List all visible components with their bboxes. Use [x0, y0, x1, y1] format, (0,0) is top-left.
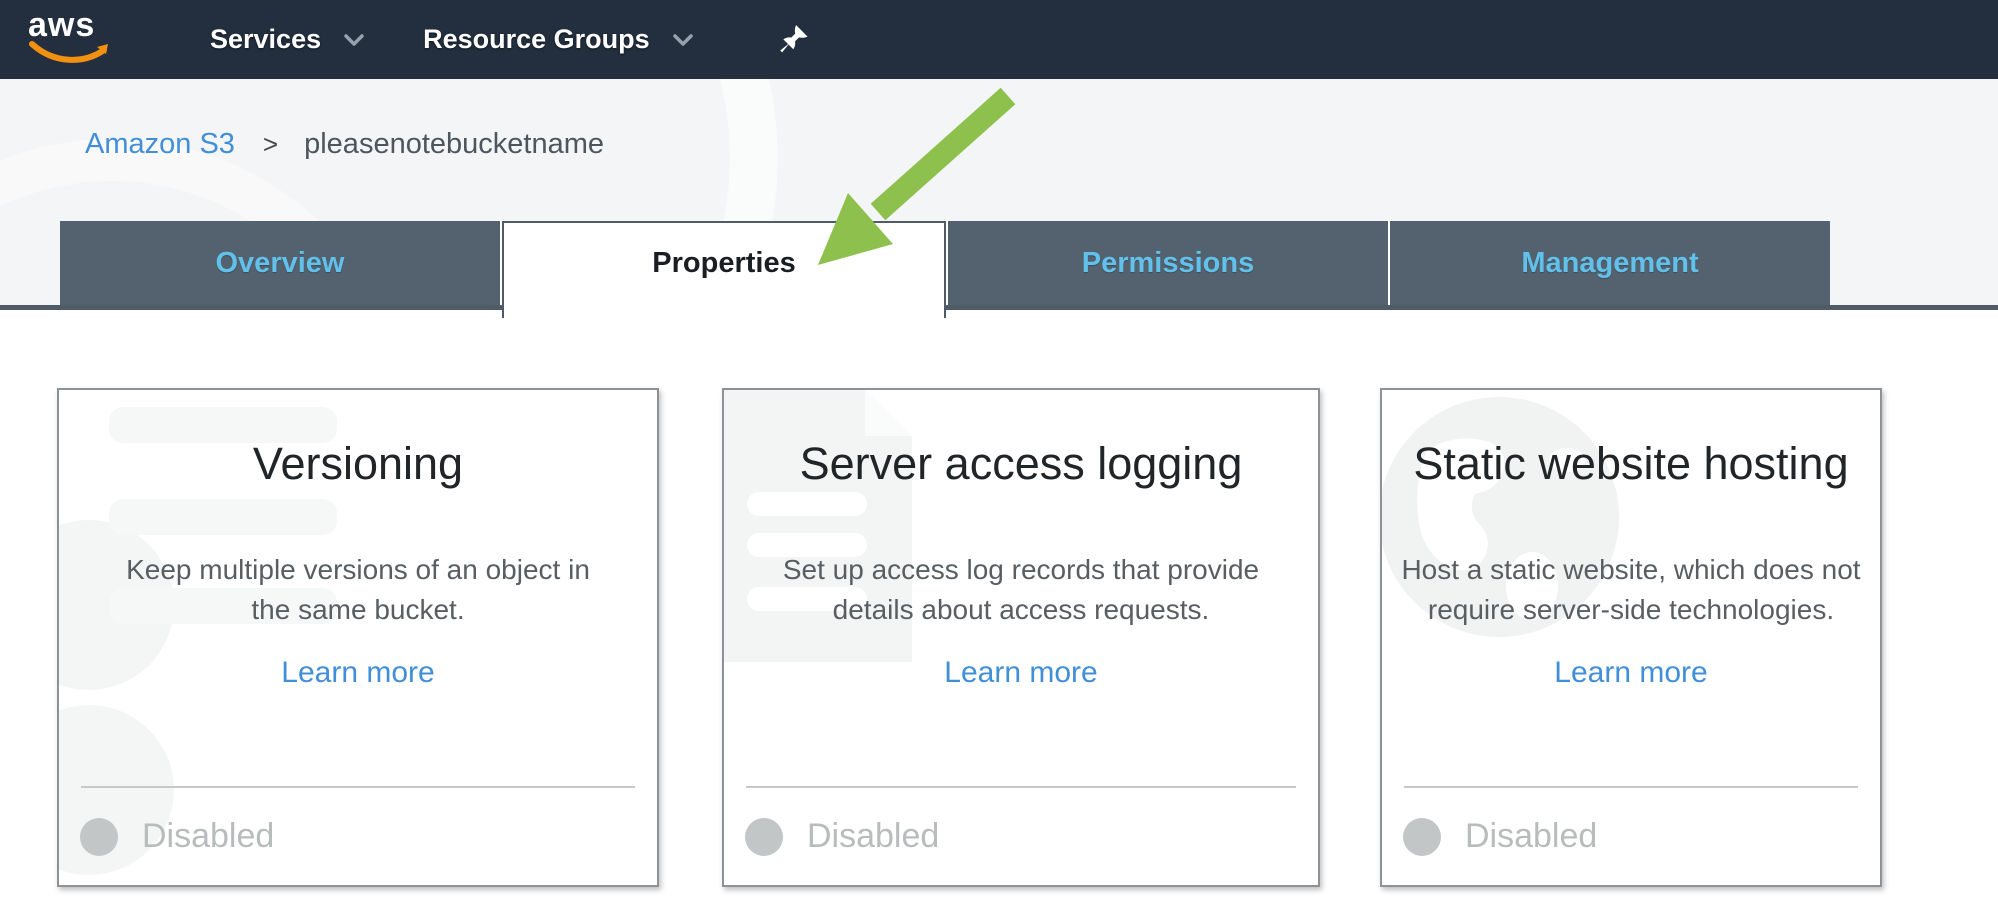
card-description: Host a static website, which does not re… — [1382, 550, 1880, 630]
bucket-tabs: Overview Properties Permissions Manageme… — [60, 221, 1830, 305]
status-indicator-circle — [80, 818, 118, 856]
status-indicator-circle — [1403, 818, 1441, 856]
breadcrumb-amazon-s3-link[interactable]: Amazon S3 — [85, 128, 235, 161]
tab-permissions[interactable]: Permissions — [948, 221, 1388, 305]
breadcrumb-separator: > — [263, 129, 278, 160]
aws-logo[interactable]: aws — [28, 8, 112, 72]
status-label: Disabled — [1465, 817, 1597, 856]
card-title: Static website hosting — [1382, 438, 1880, 490]
learn-more-link[interactable]: Learn more — [724, 656, 1318, 690]
card-description: Set up access log records that provide d… — [724, 550, 1318, 630]
card-divider — [1404, 786, 1858, 788]
card-divider — [746, 786, 1296, 788]
nav-resource-groups[interactable]: Resource Groups — [423, 24, 694, 55]
card-title: Server access logging — [724, 438, 1318, 490]
card-description: Keep multiple versions of an object in t… — [59, 550, 657, 630]
nav-services-label: Services — [210, 24, 321, 55]
tab-management[interactable]: Management — [1390, 221, 1830, 305]
nav-resource-groups-label: Resource Groups — [423, 24, 650, 55]
s3-console-page: aws Services Resource Groups Amazon S3 — [0, 0, 1998, 920]
card-status: Disabled — [745, 817, 939, 856]
card-status: Disabled — [1403, 817, 1597, 856]
learn-more-link[interactable]: Learn more — [59, 656, 657, 690]
chevron-down-icon — [343, 33, 365, 47]
tab-overview[interactable]: Overview — [60, 221, 500, 305]
breadcrumb: Amazon S3 > pleasenotebucketname — [85, 128, 604, 161]
status-indicator-circle — [745, 818, 783, 856]
breadcrumb-bucket-name: pleasenotebucketname — [304, 128, 604, 161]
pushpin-icon — [780, 24, 810, 56]
card-status: Disabled — [80, 817, 274, 856]
aws-top-navbar: aws Services Resource Groups — [0, 0, 1998, 79]
card-title: Versioning — [59, 438, 657, 490]
versioning-card[interactable]: Versioning Keep multiple versions of an … — [57, 388, 659, 887]
status-label: Disabled — [807, 817, 939, 856]
learn-more-link[interactable]: Learn more — [1382, 656, 1880, 690]
tab-row-underline — [0, 305, 1998, 310]
static-website-hosting-card[interactable]: Static website hosting Host a static web… — [1380, 388, 1882, 887]
status-label: Disabled — [142, 817, 274, 856]
card-divider — [81, 786, 635, 788]
aws-logo-text: aws — [28, 8, 112, 42]
chevron-down-icon — [672, 33, 694, 47]
nav-pin-button[interactable] — [780, 24, 810, 56]
server-access-logging-card[interactable]: Server access logging Set up access log … — [722, 388, 1320, 887]
nav-services[interactable]: Services — [210, 24, 365, 55]
tab-properties[interactable]: Properties — [502, 221, 946, 318]
